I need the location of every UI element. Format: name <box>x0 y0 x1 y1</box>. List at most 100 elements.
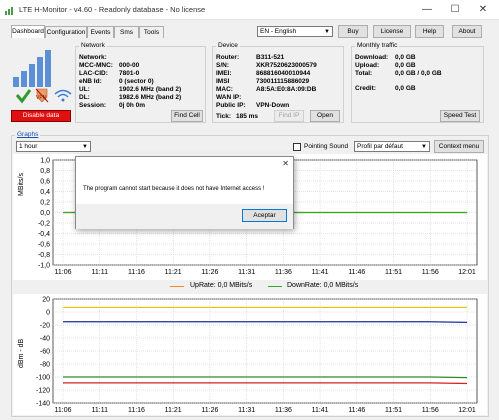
minimize-button[interactable]: — <box>413 0 441 20</box>
maximize-button[interactable]: ☐ <box>441 0 469 20</box>
rate-chart-xtick-label: 11:16 <box>128 269 145 276</box>
rate-chart-ytick-label: -0,8 <box>38 252 50 259</box>
context-menu-button[interactable]: Context menu <box>434 140 484 153</box>
signal-chart: 20 0 -20 -40 -60 -80 -100 -120 -140 11:06 11:11 11:… <box>36 297 478 414</box>
dl-label: DL: <box>79 94 90 101</box>
enb-id-label: eNB Id: <box>79 78 102 85</box>
rate-chart-ytick-label: 0,8 <box>40 168 50 175</box>
router-value: B311-521 <box>256 54 285 61</box>
upload-value: 0,0 GB <box>395 62 416 69</box>
serial-label: S/N: <box>216 62 229 69</box>
dialog-message: The program cannot start because it does… <box>83 186 265 192</box>
close-window-button[interactable]: ✕ <box>469 0 497 20</box>
session-value: 0j 0h 0m <box>119 102 146 109</box>
dialog-close-icon[interactable]: ✕ <box>282 159 289 168</box>
rate-chart-xtick-label: 11:21 <box>165 269 182 276</box>
pointing-sound-checkbox[interactable] <box>293 143 301 151</box>
language-select[interactable]: EN - English ▼ <box>257 26 333 37</box>
signal-chart-xtick-label: 11:41 <box>312 407 329 414</box>
imei-value: 868816040010944 <box>256 70 311 77</box>
upload-label: Upload: <box>355 62 380 69</box>
signal-chart-xtick-label: 11:11 <box>91 407 108 414</box>
graphs-title: Graphs <box>15 131 41 138</box>
wan-ip-label: WAN IP: <box>216 94 242 101</box>
rate-chart-xtick-label: 12:01 <box>458 269 476 276</box>
imsi-label: IMSI <box>216 78 230 85</box>
imsi-value: 730011115886029 <box>256 78 310 85</box>
rate-chart-xtick-label: 11:56 <box>422 269 439 276</box>
title-bar: LTE H-Monitor - v4.60 - Readonly databas… <box>0 0 499 20</box>
device-group-title: Device <box>216 42 240 49</box>
download-label: Download: <box>355 54 389 61</box>
ul-value: 1902.6 MHz (band 2) <box>119 86 182 93</box>
chevron-down-icon: ▼ <box>324 29 330 35</box>
signal-chart-xtick-label: 11:26 <box>201 407 218 414</box>
public-ip-label: Public IP: <box>216 102 246 109</box>
mac-value: A8:5A:E0:8A:09:DB <box>256 86 317 93</box>
help-button[interactable]: Help <box>415 25 444 38</box>
window-title: LTE H-Monitor - v4.60 - Readonly databas… <box>19 5 206 14</box>
about-button[interactable]: About <box>452 25 482 38</box>
rate-chart-ytick-label: 0,6 <box>40 179 50 186</box>
rate-chart-xtick-label: 11:06 <box>55 269 72 276</box>
mcc-mnc-label: MCC-MNC: <box>79 62 113 69</box>
signal-chart-xtick-label: 11:21 <box>165 407 182 414</box>
vpn-label: VPN <box>36 95 47 101</box>
tab-sms[interactable]: Sms <box>114 26 139 38</box>
wifi-icon <box>54 89 72 102</box>
rate-chart-ytick-label: 0,0 <box>40 210 50 217</box>
lac-cid-label: LAC-CID: <box>79 70 108 77</box>
tick-value: 185 ms <box>236 113 259 120</box>
app-icon <box>5 7 13 15</box>
lac-cid-value: 7801-0 <box>119 70 140 77</box>
open-button[interactable]: Open <box>310 110 340 122</box>
rate-chart-xtick-label: 11:26 <box>201 269 218 276</box>
rate-chart-xtick-label: 11:51 <box>385 269 402 276</box>
speed-test-button[interactable]: Speed Test <box>440 110 480 122</box>
signal-chart-ytick-label: -60 <box>40 349 50 356</box>
rate-chart-ytick-label: -0,4 <box>38 231 50 238</box>
signal-chart-series-line-1 <box>63 321 468 323</box>
tab-configuration[interactable]: Configuration <box>45 26 87 38</box>
rate-chart-ytick-label: 0,4 <box>40 189 50 196</box>
signal-chart-ytick-label: -80 <box>40 362 50 369</box>
tab-events[interactable]: Events <box>87 26 114 38</box>
signal-chart-xtick-label: 11:31 <box>238 407 255 414</box>
find-cell-button[interactable]: Find Cell <box>171 110 203 122</box>
session-label: Session: <box>79 102 107 109</box>
monthly-traffic-title: Monthly traffic <box>355 42 400 49</box>
find-ip-button[interactable]: Find IP <box>274 110 304 122</box>
tab-tools[interactable]: Tools <box>139 26 164 38</box>
network-label: Network: <box>79 54 107 61</box>
rate-chart-ytick-label: -0,2 <box>38 221 50 228</box>
time-range-select[interactable]: 1 hour ▼ <box>16 141 91 152</box>
downrate-legend-swatch <box>268 286 282 287</box>
mac-label: MAC: <box>216 86 233 93</box>
signal-chart-ytick-label: -20 <box>40 323 50 330</box>
uprate-legend-label: UpRate: 0,0 MBits/s <box>190 282 253 289</box>
total-value: 0,0 GB / 0,0 GB <box>395 70 442 77</box>
rate-chart-xtick-label: 11:36 <box>275 269 292 276</box>
signal-chart-series-line-2 <box>63 376 468 379</box>
rate-chart-ytick-label: 1,0 <box>40 158 50 165</box>
rate-chart-ytick-label: 0,2 <box>40 200 50 207</box>
profile-select[interactable]: Profil par défaut ▼ <box>354 141 430 152</box>
uprate-legend-swatch <box>170 286 184 287</box>
chevron-down-icon: ▼ <box>421 144 427 150</box>
signal-chart-xtick-label: 11:16 <box>128 407 145 414</box>
profile-value: Profil par défaut <box>357 143 403 150</box>
error-dialog: ✕ The program cannot start because it do… <box>75 156 294 229</box>
accept-button[interactable]: Aceptar <box>242 209 287 222</box>
disable-data-button[interactable]: Disable data <box>11 110 71 122</box>
rate-chart-ytick-label: -0,6 <box>38 242 50 249</box>
tab-dashboard[interactable]: Dashboard <box>11 25 45 38</box>
license-button[interactable]: License <box>373 25 411 38</box>
dl-value: 1982.6 MHz (band 2) <box>119 94 182 101</box>
rate-chart-ytick-label: -1,0 <box>38 263 50 270</box>
buy-button[interactable]: Buy <box>338 25 368 38</box>
tick-label: Tick: <box>216 113 232 120</box>
rate-chart-legend: UpRate: 0,0 MBits/s DownRate: 0,0 MBits/… <box>170 282 410 292</box>
rate-chart-xtick-label: 11:11 <box>91 269 108 276</box>
signal-chart-xtick-label: 12:01 <box>458 407 476 414</box>
language-select-value: EN - English <box>260 28 297 35</box>
